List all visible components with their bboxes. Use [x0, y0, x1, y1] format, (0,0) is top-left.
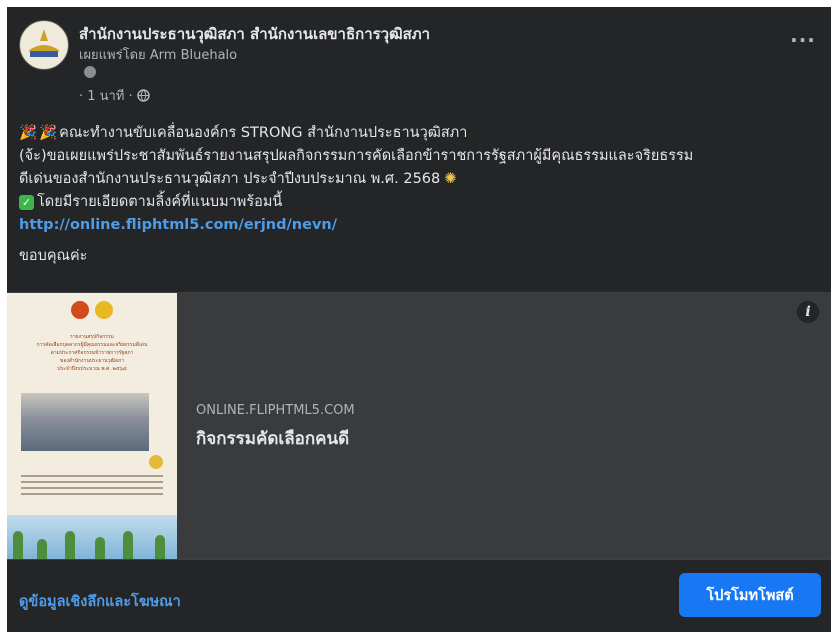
thumbnail-line: ของสำนักงานประธานวุฒิสภา	[59, 358, 125, 364]
boost-post-button[interactable]: โปรโมทโพสต์	[679, 573, 821, 617]
page-name-link[interactable]: สำนักงานประธานวุฒิสภา สำนักงานเลขาธิการว…	[79, 22, 430, 46]
publisher-avatar[interactable]	[84, 66, 96, 78]
post-card: สำนักงานประธานวุฒิสภา สำนักงานเลขาธิการว…	[7, 7, 831, 632]
insights-and-ads-link[interactable]: ดูข้อมูลเชิงลึกและโฆษณา	[19, 590, 181, 613]
info-icon[interactable]: i	[797, 301, 819, 323]
group-photo	[21, 393, 149, 451]
check-mark-icon: ✓	[19, 195, 34, 210]
emblem-icon	[71, 301, 89, 319]
thumbnail-line: ประจำปีงบประมาณ พ.ศ. ๒๕๖๘	[57, 366, 127, 372]
link-preview[interactable]: รายงานสรุปกิจกรรม การคัดเลือกบุคลากรผู้ม…	[7, 292, 831, 560]
post-line-2: (จ้ะ)ขอเผยแพร่ประชาสัมพันธ์รายงานสรุปผลก…	[19, 148, 694, 164]
published-by-text: เผยแพร่โดย Arm Bluehalo	[79, 48, 238, 63]
senate-logo-icon	[21, 22, 67, 68]
globe-icon	[136, 89, 150, 102]
thumbnail-line: ตามประกาศกิจกรรมข้าราชการรัฐสภา	[50, 350, 134, 356]
post-link[interactable]: http://online.fliphtml5.com/erjnd/nevn/	[19, 214, 337, 237]
post-message: 🎉 🎉 คณะทำงานขับเคลื่อนองค์กร STRONG สำนักง…	[19, 122, 819, 268]
post-line-4: โดยมีรายเอียดตามลิ้งค์ที่แนบมาพร้อมนี้	[37, 194, 283, 210]
preview-title[interactable]: กิจกรรมคัดเลือกคนดี	[196, 425, 349, 452]
preview-domain: ONLINE.FLIPHTML5.COM	[196, 403, 355, 418]
time-text[interactable]: · 1 นาที ·	[79, 85, 133, 106]
more-options-icon[interactable]: ···	[785, 30, 821, 55]
post-line-1: คณะทำงานขับเคลื่อนองค์กร STRONG สำนักงาน…	[59, 125, 468, 141]
closing-text: ขอบคุณค่ะ	[19, 248, 88, 264]
thumbnail-line: การคัดเลือกบุคลากรผู้มีคุณธรรมและจริยธรร…	[36, 342, 148, 348]
fine-print	[21, 475, 163, 497]
thumbnail-line: รายงานสรุปกิจกรรม	[70, 334, 114, 340]
flower-decoration	[7, 515, 177, 559]
post-line-3: ดีเด่นของสำนักงานประธานวุฒิสภา ประจำปีงบ…	[19, 171, 441, 187]
emblem-icon	[95, 301, 113, 319]
sparkle-icon: ✺	[444, 171, 457, 187]
party-popper-icon: 🎉	[39, 125, 58, 141]
party-popper-icon: 🎉	[19, 125, 38, 141]
medal-icon	[149, 455, 163, 469]
post-timestamp: · 1 นาที ·	[79, 85, 150, 106]
preview-thumbnail[interactable]: รายงานสรุปกิจกรรม การคัดเลือกบุคลากรผู้ม…	[7, 293, 177, 559]
page-avatar[interactable]	[19, 20, 69, 70]
thumbnail-text: รายงานสรุปกิจกรรม การคัดเลือกบุคลากรผู้ม…	[15, 333, 169, 373]
